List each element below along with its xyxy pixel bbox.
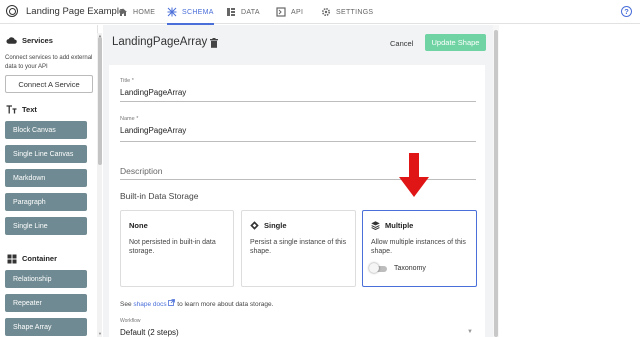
name-field-label: Name * xyxy=(120,116,139,122)
sidebar-text-heading: Text xyxy=(6,104,37,115)
update-shape-button[interactable]: Update Shape xyxy=(425,34,486,51)
storage-option-single-title: Single xyxy=(264,221,287,230)
title-input-underline xyxy=(120,101,476,102)
name-input[interactable]: LandingPageArray xyxy=(120,126,186,135)
tab-settings[interactable]: SETTINGS xyxy=(321,0,373,24)
tab-data-label: DATA xyxy=(241,8,260,16)
trash-icon[interactable] xyxy=(210,38,218,48)
workflow-select[interactable]: Default (2 steps) xyxy=(120,328,179,337)
taxonomy-toggle[interactable] xyxy=(369,263,379,273)
shape-form-card xyxy=(109,65,485,337)
storage-option-multiple-header: Multiple xyxy=(371,221,413,230)
help-icon[interactable]: ? xyxy=(621,6,632,17)
taxonomy-toggle-label: Taxonomy xyxy=(394,265,426,272)
title-input[interactable]: LandingPageArray xyxy=(120,88,186,97)
tab-data[interactable]: DATA xyxy=(226,0,260,24)
tab-api[interactable]: API xyxy=(276,0,303,24)
storage-option-none[interactable]: None Not persisted in built-in data stor… xyxy=(120,210,234,287)
tab-schema[interactable]: SCHEMA xyxy=(167,0,214,25)
top-nav-bar: Landing Page Example HOME SCHEMA DATA AP… xyxy=(0,0,640,25)
project-brand[interactable]: Landing Page Example xyxy=(6,5,124,17)
text-type-icon xyxy=(6,104,17,115)
external-link-icon[interactable] xyxy=(168,299,177,308)
text-heading-label: Text xyxy=(22,105,37,114)
shape-docs-note: See shape docs to learn more about data … xyxy=(120,299,273,308)
name-input-underline xyxy=(120,141,476,142)
shape-docs-link[interactable]: shape docs xyxy=(133,301,166,308)
storage-option-single-header: Single xyxy=(250,221,287,230)
storage-option-none-description: Not persisted in built-in data storage. xyxy=(129,239,216,255)
connect-service-button[interactable]: Connect A Service xyxy=(5,75,93,93)
red-down-arrow-icon xyxy=(399,153,429,198)
workflow-label: Workflow xyxy=(120,318,141,324)
page-title: LandingPageArray xyxy=(112,36,208,48)
tab-home-label: HOME xyxy=(133,8,156,16)
cloud-icon xyxy=(6,35,17,46)
api-icon xyxy=(276,7,286,17)
sidebar-item-single-line-canvas[interactable]: Single Line Canvas xyxy=(5,145,87,163)
scroll-down-arrow-icon[interactable]: ▼ xyxy=(98,331,102,336)
data-icon xyxy=(226,7,236,17)
sidebar-scrollbar-thumb[interactable] xyxy=(98,37,102,165)
services-heading-label: Services xyxy=(22,36,53,45)
sidebar-item-shape-array[interactable]: Shape Array xyxy=(5,318,87,336)
tab-api-label: API xyxy=(291,8,304,16)
project-logo-icon xyxy=(6,5,18,17)
sidebar-item-repeater[interactable]: Repeater xyxy=(5,294,87,312)
storage-option-single-description: Persist a single instance of this shape. xyxy=(250,239,347,255)
chevron-down-icon[interactable]: ▼ xyxy=(467,329,473,335)
storage-heading: Built-in Data Storage xyxy=(120,191,199,201)
storage-option-multiple-description: Allow multiple instances of this shape. xyxy=(371,239,466,255)
sidebar-item-markdown[interactable]: Markdown xyxy=(5,169,87,187)
schema-icon xyxy=(167,7,177,17)
sidebar-item-relationship[interactable]: Relationship xyxy=(5,270,87,288)
layers-icon xyxy=(371,221,380,230)
sidebar-services-heading: Services xyxy=(6,35,53,46)
project-title: Landing Page Example xyxy=(26,5,125,17)
tab-home[interactable]: HOME xyxy=(118,0,155,24)
storage-option-single[interactable]: Single Persist a single instance of this… xyxy=(241,210,356,287)
storage-option-multiple-title: Multiple xyxy=(385,221,414,230)
description-input[interactable]: Description xyxy=(120,166,163,176)
home-icon xyxy=(118,7,128,17)
docs-prefix: See xyxy=(120,301,132,308)
scroll-up-arrow-icon[interactable]: ▲ xyxy=(98,33,102,38)
main-scrollbar-thumb[interactable] xyxy=(494,30,498,337)
storage-option-multiple[interactable]: Multiple Allow multiple instances of thi… xyxy=(362,210,477,287)
storage-option-none-title: None xyxy=(129,221,148,230)
tab-schema-label: SCHEMA xyxy=(182,8,214,16)
services-description: Connect services to add external data to… xyxy=(5,55,93,70)
docs-suffix: to learn more about data storage. xyxy=(177,301,274,308)
container-grid-icon xyxy=(6,253,17,264)
gear-icon xyxy=(321,7,331,17)
cancel-button[interactable]: Cancel xyxy=(390,36,413,50)
sidebar-item-paragraph[interactable]: Paragraph xyxy=(5,193,87,211)
tab-settings-label: SETTINGS xyxy=(336,8,374,16)
sidebar-item-single-line[interactable]: Single Line xyxy=(5,217,87,235)
sidebar-item-block-canvas[interactable]: Block Canvas xyxy=(5,121,87,139)
title-field-label: Title * xyxy=(120,78,134,84)
container-heading-label: Container xyxy=(22,254,58,263)
diamond-icon xyxy=(250,221,259,230)
sidebar-container-heading: Container xyxy=(6,253,57,264)
